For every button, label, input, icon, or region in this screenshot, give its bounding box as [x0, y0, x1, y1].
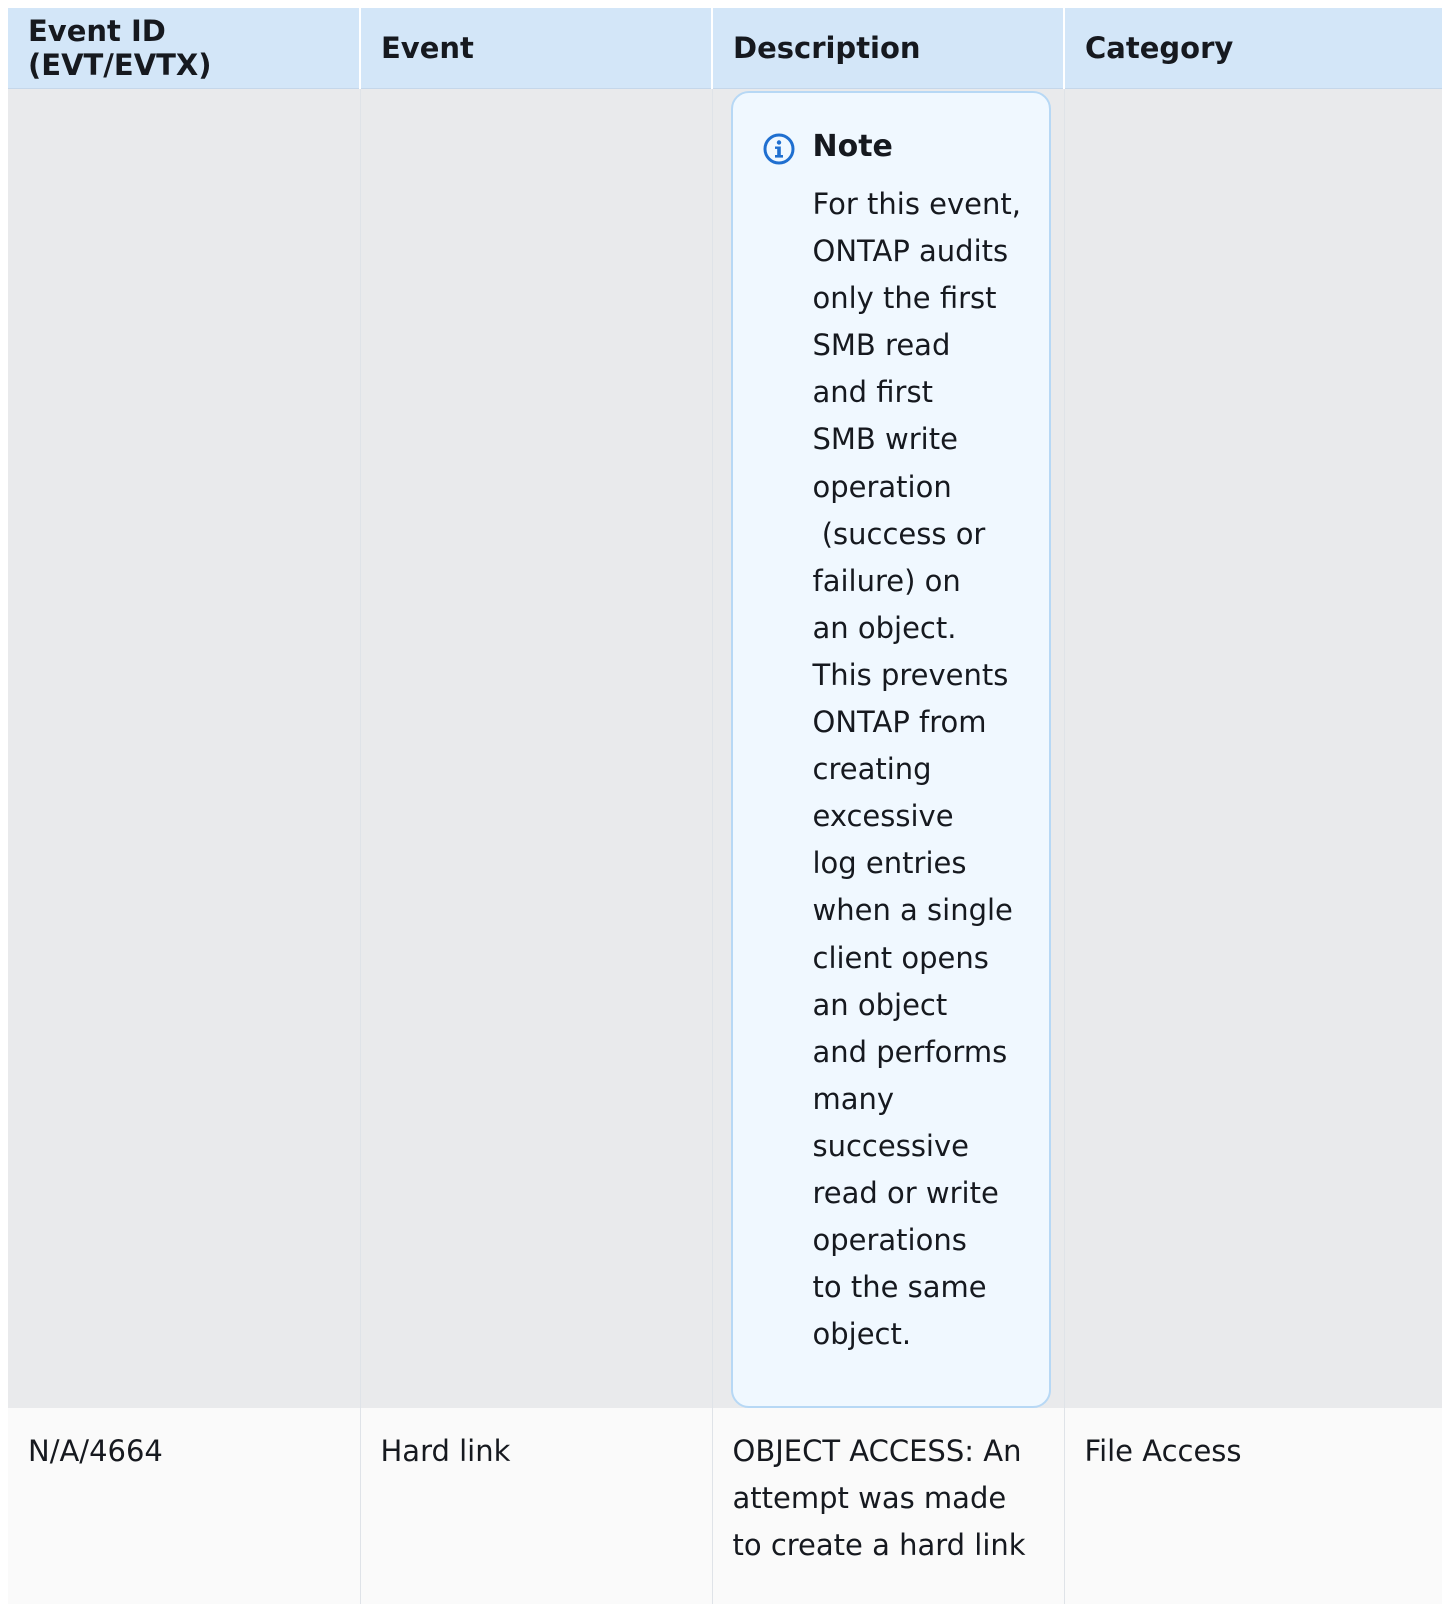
- header-event-id: Event ID (EVT/EVTX): [8, 8, 361, 89]
- cell-event-id: [8, 88, 361, 1408]
- note-line: read or write: [812, 1175, 999, 1210]
- cell-category: [1064, 88, 1442, 1408]
- note-line: an object: [812, 987, 948, 1022]
- note-line: operation: [812, 469, 952, 504]
- header-description: Description: [712, 8, 1065, 89]
- table-header-row: Event ID (EVT/EVTX) Event Description Ca…: [8, 8, 1442, 89]
- note-line: excessive: [812, 799, 954, 834]
- note-line: only the first: [812, 281, 997, 316]
- note-body: For this event, ONTAP audits only the fi…: [813, 181, 1033, 1358]
- note-line: ONTAP audits: [812, 234, 1009, 269]
- note-line: client opens: [812, 940, 989, 975]
- note-line: SMB read: [812, 328, 951, 363]
- note-callout: Note For this event, ONTAP audits only t…: [730, 91, 1051, 1408]
- cell-description: OBJECT ACCESS: An attempt was made to cr…: [712, 1408, 1065, 1604]
- info-icon: [763, 133, 794, 165]
- note-line: many: [812, 1081, 895, 1116]
- note-line: object.: [812, 1317, 912, 1352]
- cell-event: [360, 88, 713, 1408]
- note-line: an object.: [812, 610, 957, 645]
- note-line: (success or: [812, 516, 986, 551]
- note-line: to the same: [812, 1270, 987, 1305]
- note-title: Note: [812, 129, 893, 164]
- note-line: successive: [812, 1128, 970, 1163]
- note-line: failure) on: [812, 563, 961, 598]
- header-event: Event: [360, 8, 713, 89]
- note-line: ONTAP from: [812, 705, 987, 740]
- cell-category: File Access: [1064, 1408, 1442, 1604]
- cell-event: Hard link: [360, 1408, 713, 1604]
- table-row: Note For this event, ONTAP audits only t…: [8, 88, 1442, 1408]
- note-line: and performs: [812, 1034, 1008, 1069]
- cell-description: Note For this event, ONTAP audits only t…: [712, 88, 1065, 1408]
- note-line: when a single: [812, 893, 1013, 928]
- events-table: Event ID (EVT/EVTX) Event Description Ca…: [8, 8, 1442, 1604]
- table-row: N/A/4664 Hard link OBJECT ACCESS: An att…: [8, 1408, 1442, 1604]
- note-line: operations: [812, 1223, 967, 1258]
- note-line: creating: [812, 752, 932, 787]
- note-line: and first: [812, 375, 933, 410]
- header-category: Category: [1064, 8, 1442, 89]
- note-line: log entries: [812, 846, 967, 881]
- note-line: SMB write: [812, 422, 958, 457]
- note-line: For this event,: [812, 187, 1021, 221]
- cell-event-id: N/A/4664: [8, 1408, 361, 1604]
- note-line: This prevents: [812, 657, 1009, 692]
